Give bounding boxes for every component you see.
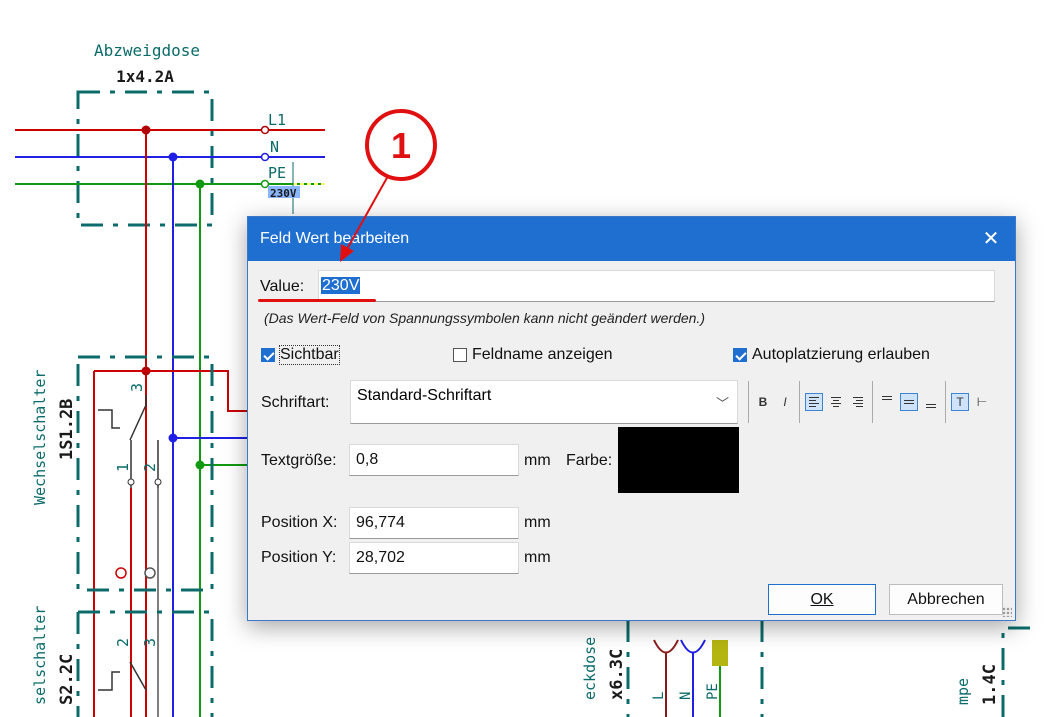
autoplace-label: Autoplatzierung erlauben — [752, 346, 930, 363]
valign-top-icon[interactable] — [878, 393, 896, 411]
text-top-icon[interactable]: T — [951, 393, 969, 411]
checkbox-checked-icon — [733, 348, 747, 362]
font-value: Standard-Schriftart — [357, 387, 492, 404]
svg-text:L: L — [651, 692, 667, 700]
svg-text:3: 3 — [128, 383, 146, 392]
text-size-unit: mm — [524, 452, 551, 469]
show-name-checkbox[interactable]: Feldname anzeigen — [453, 346, 613, 364]
switch2-name: selschalter — [31, 606, 49, 705]
visible-checkbox[interactable]: Sichtbar — [261, 345, 340, 365]
ok-button[interactable]: OK — [768, 584, 876, 615]
autoplace-checkbox[interactable]: Autoplatzierung erlauben — [733, 346, 930, 364]
wire-label-l1: L1 — [268, 111, 286, 129]
visible-label: Sichtbar — [279, 345, 340, 365]
dialog-title: Feld Wert bearbeiten — [260, 230, 410, 247]
socket-name: eckdose — [581, 637, 599, 700]
show-name-label: Feldname anzeigen — [472, 346, 613, 363]
annotation-underline — [258, 299, 376, 302]
value-text: 230V — [321, 277, 361, 294]
text-format-toolbar: B I T ⊢ — [745, 380, 993, 424]
cancel-button[interactable]: Abbrechen — [889, 584, 1003, 615]
junction-box-ref: 1x4.2A — [116, 67, 174, 86]
pos-x-input[interactable]: 96,774 — [349, 507, 519, 539]
svg-text:PE: PE — [705, 683, 721, 700]
color-swatch[interactable] — [618, 427, 739, 493]
pos-y-input[interactable]: 28,702 — [349, 542, 519, 574]
font-label: Schriftart: — [261, 394, 330, 411]
switch1-name: Wechselschalter — [31, 370, 49, 505]
wire-label-n: N — [270, 138, 279, 156]
lamp-name: mpe — [954, 678, 972, 705]
voltage-label[interactable]: 230V — [270, 187, 297, 200]
lamp-ref: 1.4C — [980, 664, 1000, 705]
resize-grip-icon[interactable] — [1002, 607, 1012, 617]
valign-center-icon[interactable] — [900, 393, 918, 411]
svg-text:2: 2 — [141, 463, 159, 472]
italic-icon[interactable]: I — [776, 393, 794, 411]
align-center-icon[interactable] — [827, 393, 845, 411]
align-right-icon[interactable] — [849, 393, 867, 411]
socket-ref: x6.3C — [607, 649, 627, 700]
svg-text:N: N — [678, 692, 694, 700]
svg-text:2: 2 — [114, 638, 132, 647]
color-label: Farbe: — [566, 452, 613, 469]
text-bottom-icon[interactable]: ⊢ — [973, 393, 991, 411]
valign-bottom-icon[interactable] — [922, 393, 940, 411]
checkbox-checked-icon — [261, 348, 275, 362]
value-label: Value: — [260, 278, 305, 295]
bold-icon[interactable]: B — [754, 393, 772, 411]
text-size-label: Textgröße: — [261, 452, 337, 469]
pos-x-unit: mm — [524, 514, 551, 531]
value-field[interactable]: 230V — [318, 270, 995, 302]
svg-text:3: 3 — [141, 638, 159, 647]
pos-y-unit: mm — [524, 549, 551, 566]
wire-label-pe: PE — [268, 164, 286, 182]
chevron-down-icon: ﹀ — [715, 396, 729, 411]
pos-y-label: Position Y: — [261, 549, 337, 566]
close-icon[interactable]: ✕ — [977, 225, 1005, 253]
svg-text:1: 1 — [114, 463, 132, 472]
text-size-input[interactable]: 0,8 — [349, 444, 519, 476]
edit-field-dialog: Feld Wert bearbeiten ✕ Value: 230V (Das … — [247, 216, 1016, 621]
checkbox-unchecked-icon — [453, 348, 467, 362]
pos-x-label: Position X: — [261, 514, 338, 531]
switch1-ref: 1S1.2B — [57, 399, 77, 460]
font-select[interactable]: Standard-Schriftart ﹀ — [350, 380, 738, 424]
dialog-titlebar[interactable]: Feld Wert bearbeiten ✕ — [248, 217, 1015, 261]
switch2-ref: S2.2C — [57, 654, 77, 705]
align-left-icon[interactable] — [805, 393, 823, 411]
readonly-note: (Das Wert-Feld von Spannungssymbolen kan… — [264, 310, 705, 326]
junction-box-title: Abzweigdose — [94, 41, 200, 60]
